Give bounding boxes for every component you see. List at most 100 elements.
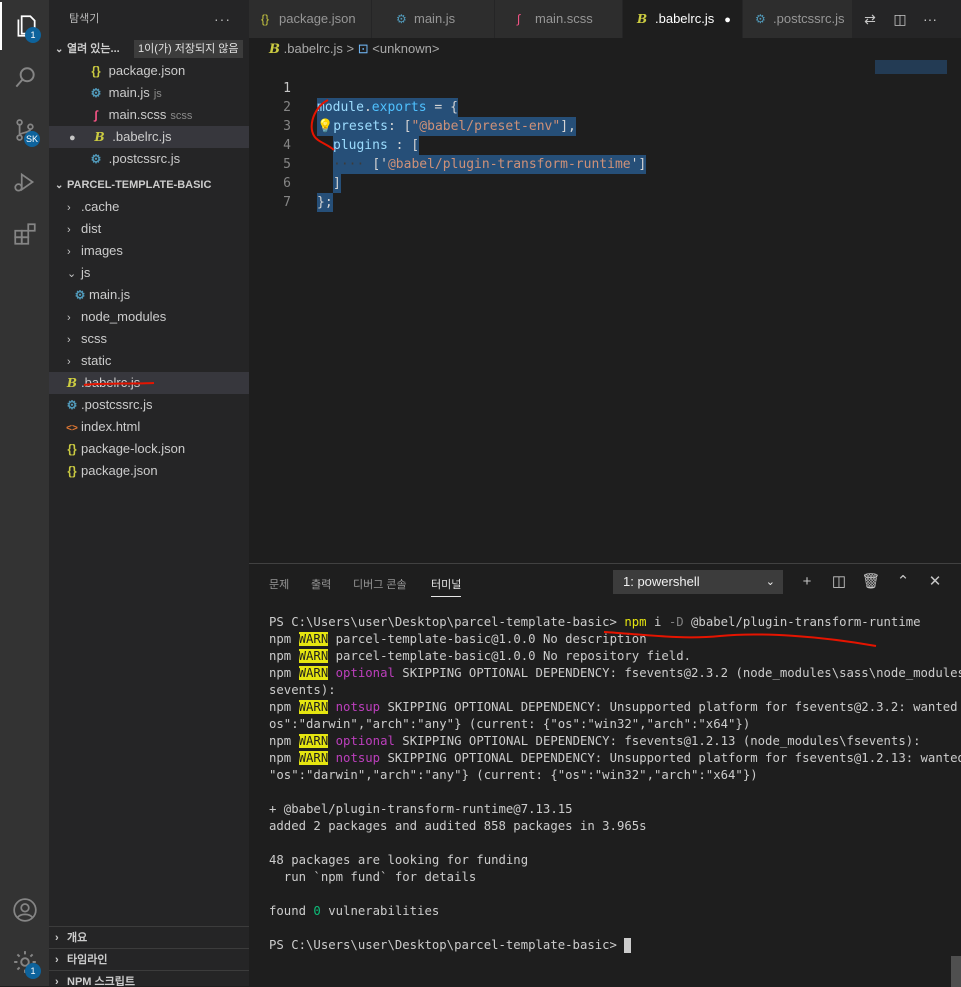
timeline-section[interactable]: › 타임라인 bbox=[49, 948, 249, 970]
chevron-right-icon: › bbox=[67, 334, 71, 346]
whitespace-marker: ···· bbox=[333, 157, 365, 172]
extensions-icon[interactable] bbox=[0, 210, 49, 258]
tree-folder-dist[interactable]: › dist bbox=[49, 218, 249, 240]
open-editor-item[interactable]: ⚙ main.js js bbox=[49, 82, 249, 104]
account-icon[interactable] bbox=[0, 886, 49, 934]
terminal-select[interactable]: 1: powershell ⌄ bbox=[613, 570, 783, 594]
open-editor-item-active[interactable]: ● B .babelrc.js bbox=[49, 126, 249, 148]
open-editor-folder: scss bbox=[170, 110, 193, 122]
chevron-down-icon: ⌄ bbox=[765, 576, 775, 588]
code-token: }; bbox=[317, 195, 333, 210]
search-icon[interactable] bbox=[0, 54, 49, 102]
code-token: : [ bbox=[387, 119, 412, 134]
terminal-line: found 0 vulnerabilities bbox=[269, 903, 949, 920]
terminal-text: os":"darwin","arch":"any"} (current: {"o… bbox=[269, 717, 751, 731]
tree-label: .babelrc.js bbox=[81, 375, 141, 390]
chevron-right-icon: › bbox=[55, 932, 59, 944]
terminal-scrollbar[interactable] bbox=[951, 956, 961, 987]
tree-file-package-lock[interactable]: {} package-lock.json bbox=[49, 438, 249, 460]
tree-folder-js[interactable]: ⌄ js bbox=[49, 262, 249, 284]
sidebar-title-text: 탐색기 bbox=[69, 13, 100, 25]
tree-file-index-html[interactable]: <> index.html bbox=[49, 416, 249, 438]
close-panel-icon[interactable]: ✕ bbox=[923, 570, 947, 594]
new-terminal-icon[interactable]: + bbox=[795, 570, 819, 594]
dirty-dot-icon[interactable]: ● bbox=[724, 14, 731, 26]
maximize-panel-icon[interactable]: ⌃ bbox=[891, 570, 915, 594]
tree-label: node_modules bbox=[81, 309, 167, 324]
tree-file-postcssrc[interactable]: ⚙ .postcssrc.js bbox=[49, 394, 249, 416]
tree-file-package-json[interactable]: {} package.json bbox=[49, 460, 249, 482]
minimap[interactable] bbox=[875, 60, 947, 74]
dirty-dot-icon[interactable]: ● bbox=[69, 127, 87, 149]
tab-main-scss[interactable]: ∫ main.scss bbox=[495, 0, 623, 38]
warn-label: WARN bbox=[298, 649, 329, 663]
open-editor-item[interactable]: ⚙ .postcssrc.js bbox=[49, 148, 249, 170]
tree-folder-cache[interactable]: › .cache bbox=[49, 196, 249, 218]
code-line: 1 module.exports = { bbox=[249, 60, 458, 117]
code-line: 4 ···· ['@babel/plugin-transform-runtime'… bbox=[249, 117, 647, 174]
terminal-text: i bbox=[646, 615, 669, 629]
code-editor[interactable]: 1 module.exports = { 2 💡presets: ["@babe… bbox=[249, 60, 961, 563]
babel-icon: B bbox=[637, 12, 648, 26]
split-editor-icon[interactable]: ◫ bbox=[885, 11, 915, 28]
json-icon: {} bbox=[91, 64, 101, 78]
tab-main-js[interactable]: ⚙ main.js bbox=[372, 0, 495, 38]
tree-folder-static[interactable]: › static bbox=[49, 350, 249, 372]
tab-output[interactable]: 출력 bbox=[311, 574, 331, 596]
explorer-sidebar: 탐색기 ··· ⌄ 열려 있는... 1이(가) 저장되지 않음 {} packa… bbox=[49, 0, 249, 986]
terminal-text: 0 bbox=[313, 904, 321, 918]
gear-icon[interactable] bbox=[0, 938, 49, 986]
terminal-line: npm WARN optional SKIPPING OPTIONAL DEPE… bbox=[269, 665, 961, 682]
warn-label: WARN bbox=[298, 632, 329, 646]
source-control-icon[interactable] bbox=[0, 106, 49, 154]
tab-terminal[interactable]: 터미널 bbox=[431, 574, 462, 597]
tab-babelrc[interactable]: B .babelrc.js ● bbox=[623, 0, 743, 38]
code-token: : [ bbox=[387, 138, 420, 153]
tab-problems[interactable]: 문제 bbox=[269, 574, 289, 596]
lightbulb-icon[interactable]: 💡 bbox=[317, 119, 333, 134]
terminal-line: PS C:\Users\user\Desktop\parcel-template… bbox=[269, 614, 949, 631]
terminal-line: npm WARN parcel-template-basic@1.0.0 No … bbox=[269, 648, 949, 665]
tree-label: main.js bbox=[89, 287, 131, 302]
tab-package-json[interactable]: {} package.json bbox=[249, 0, 372, 38]
code-line: 7 bbox=[249, 174, 291, 210]
chevron-right-icon: › bbox=[55, 954, 59, 966]
js-gear-icon: ⚙ bbox=[396, 12, 407, 26]
breadcrumb-symbol[interactable]: <unknown> bbox=[372, 41, 439, 56]
code-line: 5 ] bbox=[249, 136, 341, 193]
postcss-gear-icon: ⚙ bbox=[66, 398, 78, 412]
more-actions-icon[interactable]: ··· bbox=[915, 11, 945, 27]
npm-scripts-section[interactable]: › NPM 스크립트 bbox=[49, 970, 249, 986]
outline-section[interactable]: › 개요 bbox=[49, 926, 249, 948]
project-header[interactable]: ⌄ PARCEL-TEMPLATE-BASIC bbox=[49, 174, 249, 196]
tab-debug-console[interactable]: 디버그 콘솔 bbox=[353, 574, 407, 596]
tree-folder-scss[interactable]: › scss bbox=[49, 328, 249, 350]
open-editor-folder: js bbox=[153, 88, 162, 100]
compare-changes-icon[interactable]: ⇄ bbox=[855, 11, 885, 28]
split-terminal-icon[interactable]: ◫ bbox=[827, 570, 851, 594]
tree-folder-images[interactable]: › images bbox=[49, 240, 249, 262]
terminal-output[interactable]: PS C:\Users\user\Desktop\parcel-template… bbox=[269, 614, 961, 954]
tree-file-main-js[interactable]: ⚙ main.js bbox=[49, 284, 249, 306]
code-token: module bbox=[317, 100, 364, 115]
tree-folder-node-modules[interactable]: › node_modules bbox=[49, 306, 249, 328]
terminal-prompt: PS C:\Users\user\Desktop\parcel-template… bbox=[269, 615, 625, 629]
unsaved-count-badge: 1이(가) 저장되지 않음 bbox=[134, 40, 243, 58]
terminal-text: SKIPPING OPTIONAL DEPENDENCY: fsevents@1… bbox=[394, 734, 921, 748]
run-debug-icon[interactable] bbox=[0, 158, 49, 206]
tab-postcssrc[interactable]: ⚙ .postcssrc.js bbox=[743, 0, 853, 38]
open-editor-item[interactable]: ∫ main.scss scss bbox=[49, 104, 249, 126]
more-actions-icon[interactable]: ··· bbox=[214, 0, 231, 38]
breadcrumb-file[interactable]: .babelrc.js bbox=[284, 41, 343, 56]
terminal-line: npm WARN optional SKIPPING OPTIONAL DEPE… bbox=[269, 733, 949, 750]
chevron-down-icon: ⌄ bbox=[55, 180, 64, 191]
tree-label: .cache bbox=[81, 199, 120, 214]
tree-file-babelrc[interactable]: B .babelrc.js bbox=[49, 372, 249, 394]
open-editor-item[interactable]: {} package.json bbox=[49, 60, 249, 82]
files-icon[interactable] bbox=[0, 2, 49, 50]
chevron-right-icon: › bbox=[67, 356, 71, 368]
terminal-text: npm bbox=[269, 666, 299, 680]
trash-icon[interactable]: 🗑 bbox=[859, 570, 883, 594]
npm-scripts-title: NPM 스크립트 bbox=[67, 976, 135, 986]
